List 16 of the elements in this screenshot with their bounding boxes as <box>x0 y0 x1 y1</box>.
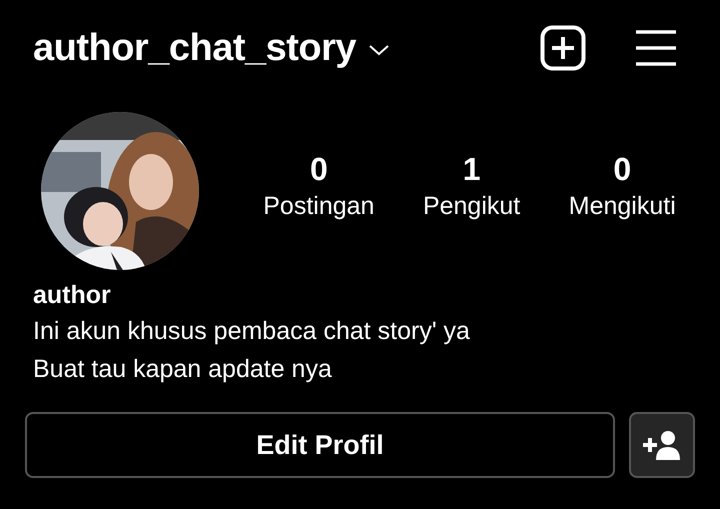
stat-label[interactable]: Pengikut <box>422 189 520 223</box>
add-person-icon <box>643 430 681 460</box>
username-title[interactable]: author_chat_story <box>33 26 356 70</box>
add-post-icon[interactable] <box>540 25 586 71</box>
edit-profile-button[interactable]: Edit Profil <box>25 412 615 478</box>
stat-label[interactable]: Mengikuti <box>568 189 676 223</box>
stat-label[interactable]: Postingan <box>263 189 374 223</box>
stat-count[interactable]: 1 <box>462 149 480 189</box>
bio-line: Ini akun khusus pembaca chat story' ya <box>33 316 471 347</box>
profile-name: author <box>33 280 112 311</box>
stat-count[interactable]: 0 <box>613 149 632 189</box>
chevron-down-icon[interactable] <box>368 43 390 57</box>
bio-line: Buat tau kapan apdate nya <box>33 354 333 385</box>
add-person-button[interactable] <box>629 412 695 478</box>
stat-count[interactable]: 0 <box>310 149 328 189</box>
menu-icon[interactable] <box>636 30 676 66</box>
